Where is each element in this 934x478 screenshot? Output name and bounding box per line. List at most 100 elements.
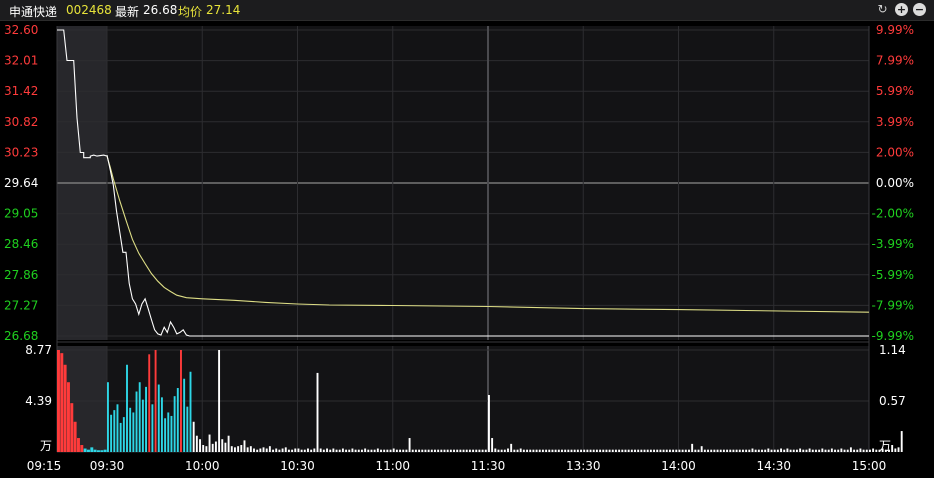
price-tick-label: 32.01 — [4, 54, 38, 68]
volume-bar — [567, 449, 570, 452]
volume-bar — [592, 449, 595, 452]
volume-tick-label-right: 1.14 — [879, 343, 906, 357]
volume-bar — [865, 449, 868, 452]
volume-bar — [548, 449, 551, 452]
volume-bar — [497, 449, 500, 452]
volume-bar — [132, 412, 135, 452]
volume-bar — [234, 447, 236, 452]
volume-bar — [519, 448, 522, 452]
volume-bar — [853, 449, 856, 452]
volume-tick-label: 8.77 — [25, 343, 52, 357]
volume-tick-label: 4.39 — [25, 394, 52, 408]
auction-volume-bar — [57, 350, 60, 452]
volume-bar — [780, 448, 783, 452]
volume-bar — [665, 449, 668, 452]
volume-bar — [516, 449, 519, 452]
volume-bar — [643, 449, 646, 452]
volume-bar — [757, 449, 760, 452]
volume-bar — [249, 446, 252, 452]
volume-bar — [478, 449, 481, 452]
volume-bar — [338, 449, 341, 452]
volume-bar — [875, 449, 878, 452]
volume-bar — [453, 449, 455, 452]
volume-bar — [783, 449, 786, 452]
volume-bar — [240, 445, 243, 452]
volume-bar — [332, 448, 335, 452]
volume-bar — [157, 384, 160, 452]
intraday-chart[interactable]: 32.60 32.01 31.42 30.82 30.23 29.64 29.05 28.46… — [0, 0, 934, 478]
volume-bar — [862, 449, 865, 452]
volume-bar — [449, 449, 452, 452]
volume-bar — [615, 449, 617, 452]
time-tick-label: 14:00 — [661, 459, 696, 473]
volume-bar — [484, 449, 487, 452]
volume-bar — [735, 449, 738, 452]
auction-volume-bar — [73, 421, 77, 452]
auction-volume-bar — [103, 449, 107, 452]
volume-bar — [688, 449, 690, 452]
volume-bar — [678, 449, 681, 452]
percent-tick-label: -7.99% — [872, 298, 914, 312]
volume-bar — [411, 449, 414, 452]
volume-bar — [481, 449, 484, 452]
volume-bar — [294, 448, 297, 452]
volume-bar — [272, 449, 275, 452]
volume-bar — [297, 448, 300, 452]
volume-bar — [414, 449, 417, 452]
volume-bar — [805, 449, 808, 452]
volume-bar — [561, 449, 563, 452]
volume-bar — [773, 449, 776, 452]
volume-bar — [361, 449, 363, 452]
volume-bar — [278, 449, 281, 452]
volume-bar — [634, 449, 636, 452]
time-tick-label: 11:30 — [471, 459, 506, 473]
volume-bar — [799, 448, 802, 452]
volume-bar — [694, 449, 697, 452]
volume-bar — [745, 449, 748, 452]
volume-bar — [545, 449, 548, 452]
volume-bar — [564, 449, 567, 452]
volume-bar — [846, 449, 849, 452]
volume-bar — [815, 449, 817, 452]
volume-bar — [335, 449, 338, 452]
volume-bar — [221, 439, 224, 452]
volume-bar — [357, 449, 360, 452]
volume-bar — [761, 449, 763, 452]
volume-bar — [700, 446, 703, 452]
time-tick-label: 14:30 — [756, 459, 791, 473]
volume-bar — [341, 448, 344, 452]
volume-bar — [668, 449, 671, 452]
volume-bar — [313, 448, 316, 452]
volume-bar — [427, 449, 430, 452]
percent-tick-label: 0.00% — [876, 176, 914, 190]
volume-bar — [110, 414, 113, 452]
volume-bar — [443, 449, 446, 452]
volume-bar — [141, 399, 144, 452]
volume-bar — [300, 449, 303, 452]
volume-bar — [656, 449, 659, 452]
price-tick-label: 29.05 — [4, 207, 38, 221]
volume-bar — [611, 449, 614, 452]
volume-bar — [726, 449, 729, 452]
volume-bar — [370, 449, 373, 452]
volume-bar — [732, 449, 735, 452]
volume-bar — [672, 449, 675, 452]
volume-bar — [437, 449, 440, 452]
volume-bar — [748, 449, 751, 452]
volume-bar — [129, 407, 132, 452]
volume-bar — [319, 448, 322, 452]
volume-bar — [843, 449, 846, 452]
volume-bar — [627, 449, 630, 452]
volume-bar — [395, 449, 398, 452]
volume-bar — [738, 449, 741, 452]
volume-bar — [811, 449, 814, 452]
volume-bar — [345, 449, 348, 452]
volume-bar — [637, 449, 640, 452]
volume-bar — [599, 449, 602, 452]
volume-bar — [224, 442, 227, 452]
volume-bar — [834, 449, 836, 452]
volume-bar — [510, 443, 513, 452]
volume-bar — [122, 417, 125, 452]
volume-bar — [303, 449, 306, 452]
volume-bar — [310, 449, 313, 452]
